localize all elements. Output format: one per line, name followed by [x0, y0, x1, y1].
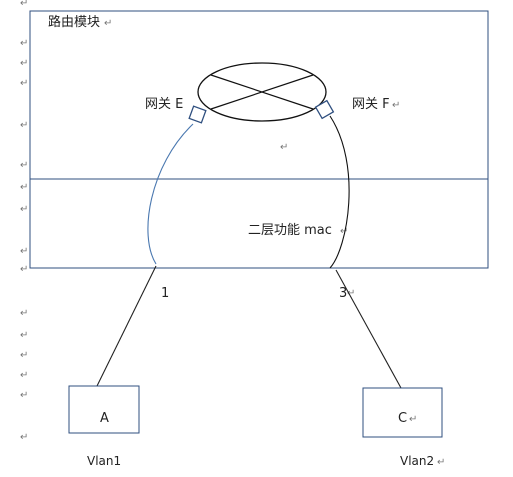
paragraph-mark-icon: ↵: [20, 432, 28, 443]
gateway-f-link: [329, 115, 350, 269]
host-a-label: A: [100, 411, 109, 426]
paragraph-mark-icon: ↵: [20, 330, 28, 341]
network-diagram: ↵ ↵ ↵ ↵ ↵ ↵ ↵ ↵ ↵ ↵ ↵ ↵ ↵ ↵ ↵ ↵ 路由模块 ↵ 二…: [20, 0, 489, 468]
port-1-label: 1: [161, 286, 169, 301]
gateway-e-port: [188, 105, 207, 124]
paragraph-mark-icon: ↵: [20, 78, 28, 89]
layer2-label: 二层功能 mac: [248, 223, 332, 238]
paragraph-mark-icon: ↵: [20, 204, 28, 215]
link-port1-host-a: [96, 265, 157, 387]
paragraph-mark-icon: ↵: [20, 370, 28, 381]
link-port3-host-c: [335, 269, 402, 389]
paragraph-mark-icon: ↵: [20, 38, 28, 49]
routing-module-label: 路由模块: [48, 14, 100, 30]
paragraph-mark-icon: ↵: [409, 414, 417, 425]
vlan-a-label: Vlan1: [87, 454, 121, 468]
paragraph-mark-icon: ↵: [20, 182, 28, 193]
paragraph-mark-icon: ↵: [280, 142, 288, 153]
gateway-f-label: 网关 F: [352, 97, 390, 112]
paragraph-mark-icon: ↵: [392, 100, 400, 111]
paragraph-mark-icon: ↵: [20, 264, 28, 275]
paragraph-mark-icon: ↵: [437, 457, 445, 468]
paragraph-mark-icon: ↵: [20, 160, 28, 171]
paragraph-mark-icon: ↵: [20, 390, 28, 401]
host-c-label: C: [398, 411, 407, 426]
paragraph-mark-icon: ↵: [20, 120, 28, 131]
paragraph-mark-icon: ↵: [20, 246, 28, 257]
router-icon: [197, 62, 327, 122]
gateway-e-link: [147, 123, 194, 265]
vlan-c-label: Vlan2: [400, 454, 434, 468]
paragraph-mark-icon: ↵: [20, 350, 28, 361]
paragraph-mark-icon: ↵: [20, 58, 28, 69]
paragraph-mark-icon: ↵: [20, 308, 28, 319]
paragraph-marks: ↵ ↵ ↵ ↵ ↵ ↵ ↵ ↵ ↵ ↵ ↵ ↵ ↵ ↵ ↵ ↵: [20, 0, 28, 443]
paragraph-mark-icon: ↵: [104, 18, 112, 29]
gateway-e-label: 网关 E: [145, 97, 183, 112]
paragraph-mark-icon: ↵: [20, 0, 28, 9]
